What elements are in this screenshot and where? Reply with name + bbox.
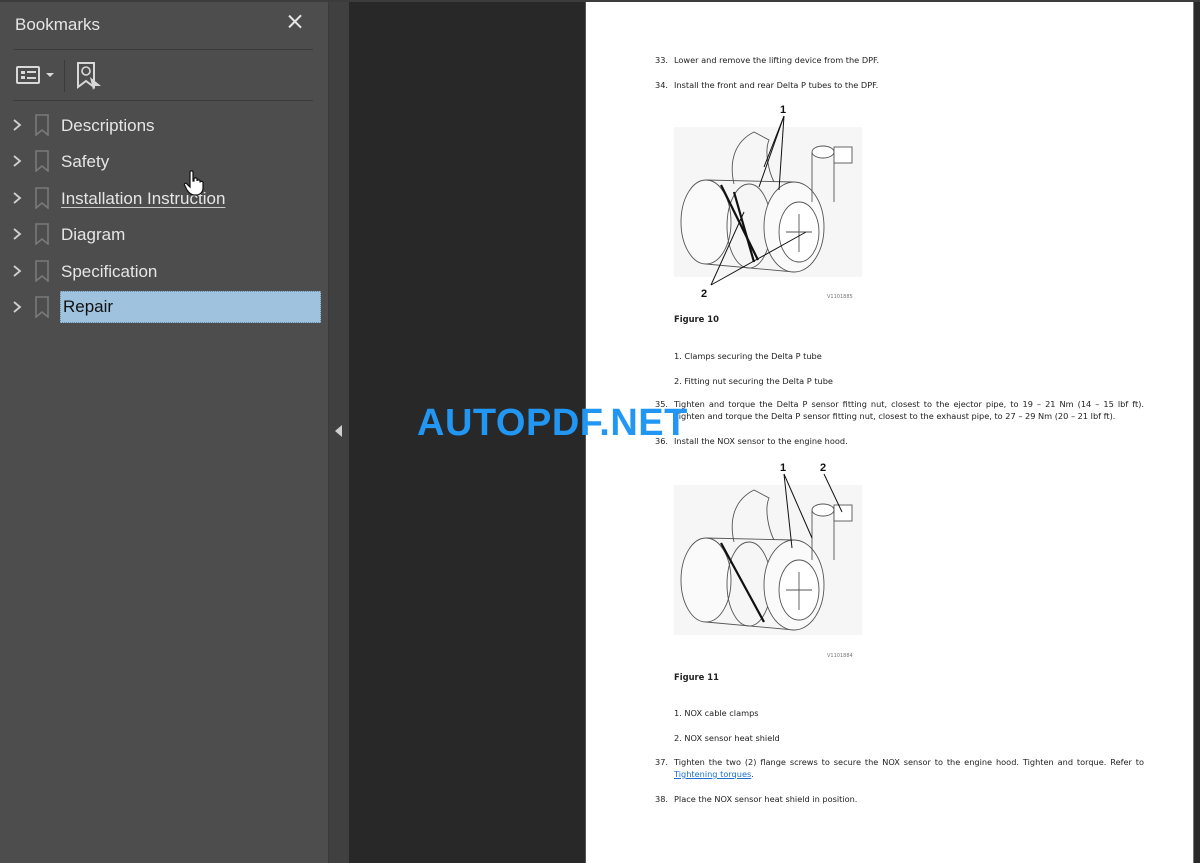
callout-2: 2 bbox=[701, 288, 708, 300]
chevron-right-icon[interactable] bbox=[11, 300, 23, 314]
bookmark-item-specification[interactable]: Specification bbox=[0, 254, 328, 288]
divider bbox=[14, 49, 313, 50]
bookmark-label: Repair bbox=[60, 291, 321, 323]
bookmark-item-repair[interactable]: Repair bbox=[0, 290, 328, 324]
callout-1: 1 bbox=[780, 462, 787, 474]
figure-10-image: 1 2 V1101885 bbox=[674, 102, 864, 300]
figure-legend-item: 1. Clamps securing the Delta P tube bbox=[674, 351, 822, 361]
chevron-right-icon[interactable] bbox=[11, 154, 23, 168]
figure-11-image: 1 2 V1101884 bbox=[674, 460, 864, 659]
figure-caption: Figure 10 bbox=[674, 314, 719, 324]
collapse-left-icon[interactable] bbox=[335, 425, 342, 437]
divider bbox=[14, 100, 313, 101]
bookmark-label: Diagram bbox=[61, 225, 126, 244]
chevron-right-icon[interactable] bbox=[11, 191, 23, 205]
find-current-bookmark-icon bbox=[77, 62, 101, 90]
bookmark-icon bbox=[35, 114, 49, 136]
bookmarks-panel: Bookmarks Descriptions Safety Installati… bbox=[0, 2, 328, 863]
bookmark-options-button[interactable] bbox=[14, 62, 56, 88]
nox-sensor-illustration bbox=[680, 473, 853, 631]
bookmark-icon bbox=[35, 260, 49, 282]
callout-2: 2 bbox=[820, 462, 827, 474]
document-viewer[interactable]: 33. Lower and remove the lifting device … bbox=[349, 2, 1200, 863]
chevron-right-icon[interactable] bbox=[11, 264, 23, 278]
vertical-scrollbar[interactable] bbox=[1193, 2, 1200, 863]
figure-legend-item: 1. NOX cable clamps bbox=[674, 708, 759, 718]
bookmark-item-descriptions[interactable]: Descriptions bbox=[0, 108, 328, 142]
bookmark-icon bbox=[35, 296, 49, 318]
panel-splitter[interactable] bbox=[328, 2, 349, 863]
close-icon[interactable] bbox=[284, 11, 306, 33]
tightening-torques-link[interactable]: Tightening torques bbox=[674, 769, 751, 779]
figure-caption: Figure 11 bbox=[674, 672, 719, 682]
bookmark-icon bbox=[35, 187, 49, 209]
callout-1: 1 bbox=[780, 104, 787, 116]
figure-legend-item: 2. Fitting nut securing the Delta P tube bbox=[674, 376, 833, 386]
bookmark-icon bbox=[35, 223, 49, 245]
pdf-page: 33. Lower and remove the lifting device … bbox=[585, 2, 1193, 863]
chevron-right-icon[interactable] bbox=[11, 227, 23, 241]
bookmark-label: Specification bbox=[61, 262, 158, 281]
figure-id: V1101884 bbox=[827, 653, 853, 659]
panel-title: Bookmarks bbox=[15, 15, 101, 34]
bookmark-icon bbox=[35, 150, 49, 172]
chevron-down-icon bbox=[46, 73, 54, 77]
figure-legend-item: 2. NOX sensor heat shield bbox=[674, 733, 780, 743]
chevron-right-icon[interactable] bbox=[11, 118, 23, 132]
bookmark-item-installation-instruction[interactable]: Installation Instruction bbox=[0, 181, 328, 215]
bookmark-item-safety[interactable]: Safety bbox=[0, 144, 328, 178]
bookmark-label: Installation Instruction bbox=[61, 189, 226, 208]
find-current-bookmark-button[interactable] bbox=[74, 60, 104, 92]
list-options-icon bbox=[16, 66, 40, 84]
dpf-illustration bbox=[680, 115, 853, 286]
bookmark-label: Safety bbox=[61, 152, 110, 171]
bookmark-label: Descriptions bbox=[61, 116, 155, 135]
toolbar-divider bbox=[64, 60, 65, 92]
bookmark-item-diagram[interactable]: Diagram bbox=[0, 217, 328, 251]
figure-id: V1101885 bbox=[827, 294, 853, 300]
